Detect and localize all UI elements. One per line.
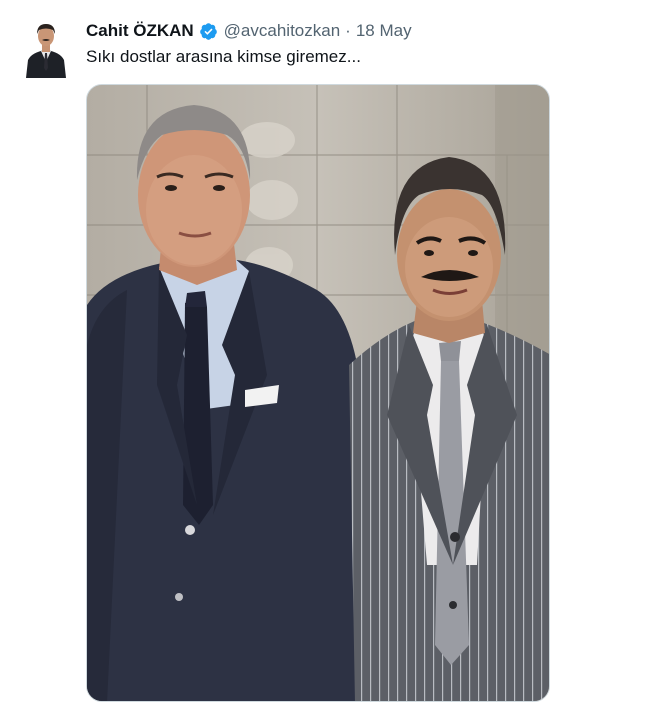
tweet-timestamp[interactable]: 18 May <box>356 21 412 41</box>
profile-avatar[interactable] <box>24 16 68 78</box>
tweet-header: Cahit ÖZKAN @avcahitozkan · 18 May <box>86 20 412 42</box>
avatar-image <box>24 16 68 78</box>
tweet-text: Sıkı dostlar arasına kimse giremez... <box>86 47 361 66</box>
tweet-container[interactable]: Cahit ÖZKAN @avcahitozkan · 18 May Sıkı … <box>0 0 650 706</box>
tweet-photo[interactable] <box>86 84 550 702</box>
header-separator: · <box>345 21 351 40</box>
user-handle[interactable]: @avcahitozkan <box>224 21 341 41</box>
verified-badge-icon <box>199 22 218 41</box>
display-name[interactable]: Cahit ÖZKAN <box>86 21 194 41</box>
photo-image <box>87 85 549 701</box>
